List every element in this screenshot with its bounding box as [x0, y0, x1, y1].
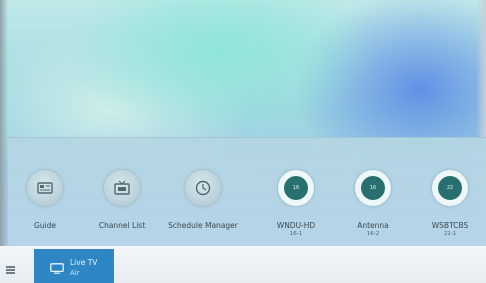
channel-list-button[interactable]: Channel List	[77, 170, 167, 240]
menu-icon-line	[6, 269, 15, 271]
channel-list-icon	[114, 180, 130, 195]
schedule-manager-label: Schedule Manager	[168, 221, 238, 230]
channel-name: WSBTCBS	[431, 221, 469, 230]
channel-tile-wsbtcbs[interactable]: 22 WSBTCBS 22-1	[405, 170, 486, 240]
live-tv-source-tile[interactable]: Live TV Air	[34, 249, 114, 283]
live-tv-title: Live TV	[70, 258, 98, 267]
menu-icon[interactable]	[6, 266, 15, 274]
live-tv-subtitle: Air	[70, 269, 80, 277]
schedule-manager-button[interactable]: Schedule Manager	[158, 170, 248, 240]
menu-icon-line	[6, 272, 15, 274]
guide-button-circle[interactable]	[27, 170, 63, 206]
menu-icon-line	[6, 266, 15, 268]
tv-icon	[50, 263, 64, 274]
channel-number: 22-1	[443, 231, 457, 237]
channel-list-button-circle[interactable]	[104, 170, 140, 206]
guide-icon	[37, 182, 53, 194]
clock-icon	[195, 180, 211, 196]
channel-button[interactable]: 16	[355, 170, 391, 206]
channel-button[interactable]: 22	[432, 170, 468, 206]
channel-badge: 16	[361, 176, 385, 200]
schedule-manager-button-circle[interactable]	[185, 170, 221, 206]
channel-badge: 22	[438, 176, 462, 200]
tv-bezel-left	[0, 0, 8, 283]
channel-badge: 16	[284, 176, 308, 200]
channel-list-label: Channel List	[98, 221, 146, 230]
channel-button[interactable]: 16	[278, 170, 314, 206]
